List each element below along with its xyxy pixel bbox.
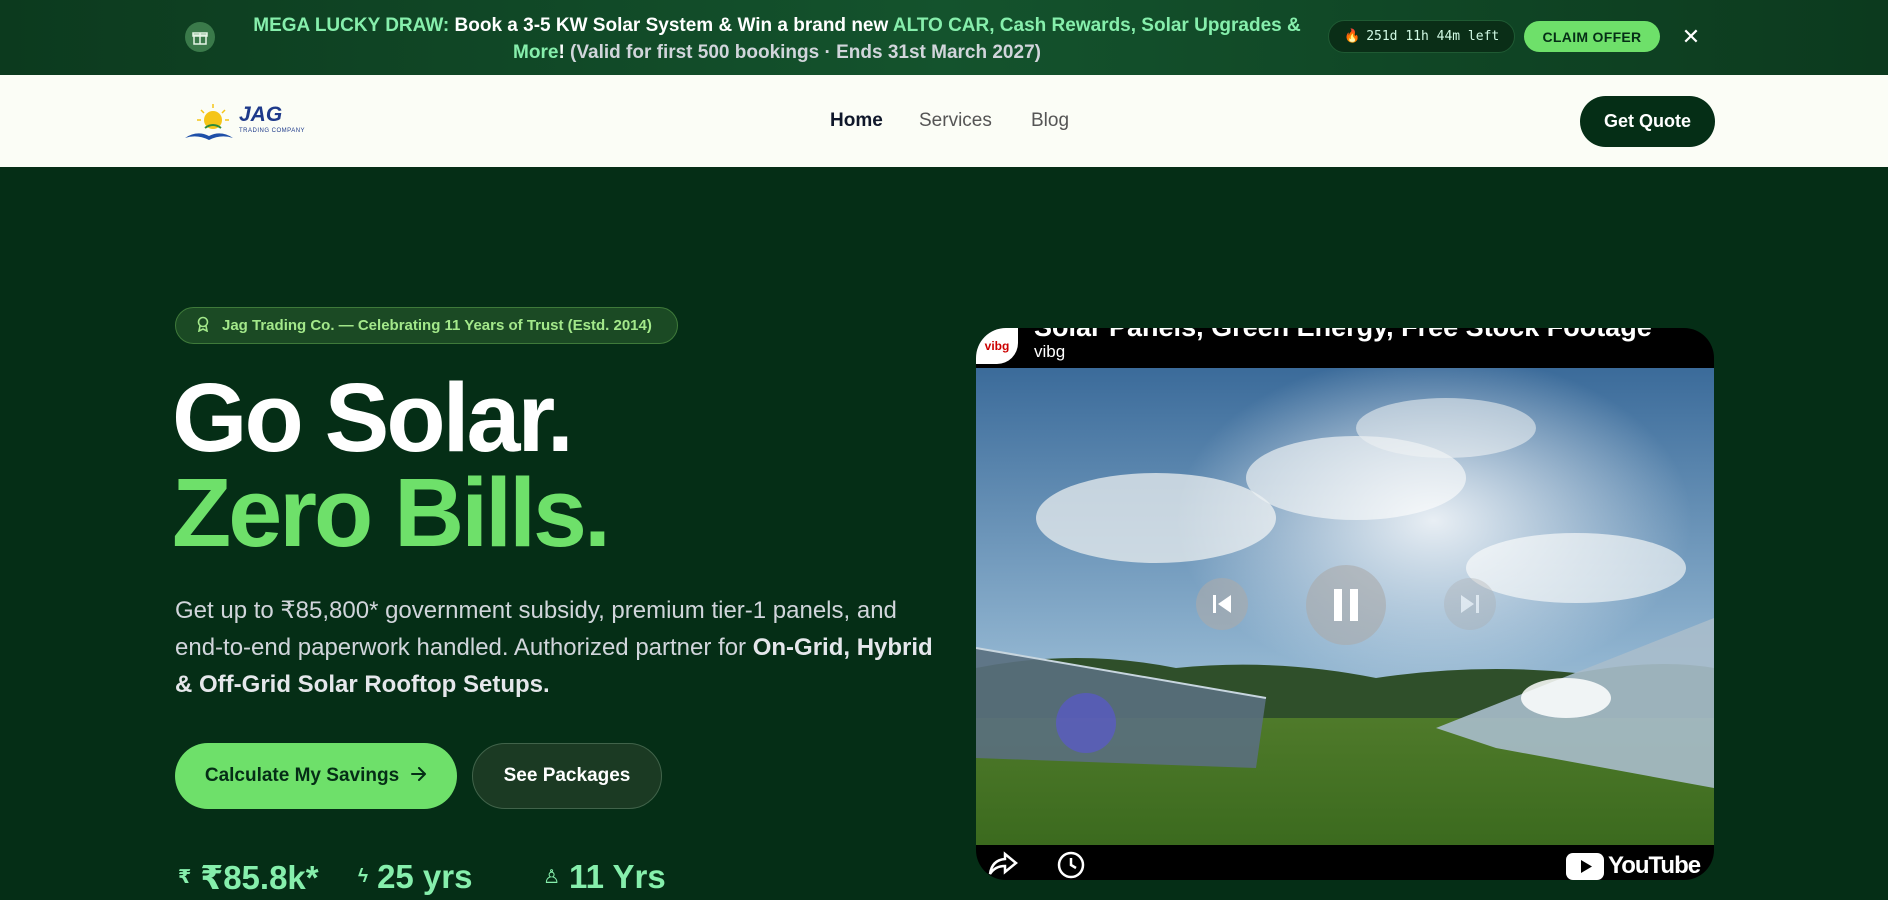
arrow-right-icon — [411, 765, 427, 787]
see-packages-button[interactable]: See Packages — [472, 743, 662, 809]
stat-warranty: ϟ 25 yrs — [358, 858, 473, 896]
youtube-icon — [1566, 852, 1604, 880]
stat-subsidy: ₹ ₹85.8k* — [178, 858, 319, 897]
channel-avatar[interactable]: vibg — [976, 328, 1018, 364]
hero-lead: Get up to ₹85,800* government subsidy, p… — [175, 592, 935, 703]
countdown-text: 251d 11h 44m left — [1366, 29, 1500, 44]
video-controls: YouTube — [976, 845, 1714, 880]
promo-note: (Valid for first 500 bookings · Ends 31s… — [570, 42, 1041, 63]
youtube-wordmark: YouTube — [1608, 852, 1701, 879]
next-icon[interactable] — [1444, 578, 1496, 630]
share-icon[interactable] — [988, 851, 1018, 880]
countdown-badge: 🔥 251d 11h 44m left — [1328, 20, 1516, 53]
trust-badge: Jag Trading Co. — Celebrating 11 Years o… — [175, 307, 678, 344]
promo-lead: MEGA LUCKY DRAW: — [253, 15, 450, 36]
stat-warranty-value: 25 yrs — [377, 858, 473, 895]
video-player[interactable]: vibg Solar Panels, Green Energy, Free St… — [976, 328, 1714, 880]
nav-link-blog[interactable]: Blog — [1031, 110, 1069, 132]
trust-badge-text: Jag Trading Co. — Celebrating 11 Years o… — [222, 317, 652, 334]
youtube-logo[interactable]: YouTube — [1566, 852, 1701, 880]
stat-subsidy-value: ₹85.8k* — [200, 859, 319, 896]
nav-link-home[interactable]: Home — [830, 110, 883, 132]
nav-link-services[interactable]: Services — [919, 110, 992, 132]
rupee-icon: ₹ — [178, 867, 192, 888]
award-icon — [196, 316, 210, 336]
video-channel[interactable]: vibg — [1034, 342, 1065, 362]
get-quote-button[interactable]: Get Quote — [1580, 96, 1715, 147]
calculate-savings-button[interactable]: Calculate My Savings — [175, 743, 457, 809]
promo-banner: MEGA LUCKY DRAW: Book a 3-5 KW Solar Sys… — [0, 0, 1888, 75]
close-icon[interactable]: ✕ — [1680, 22, 1702, 52]
watch-later-icon[interactable] — [1056, 850, 1086, 880]
award-icon: ♙ — [543, 866, 561, 888]
headline-line-1: Go Solar. — [172, 363, 574, 472]
promo-text-2: ! — [558, 42, 565, 63]
brand-logo[interactable]: JAG TRADING COMPANY — [183, 100, 308, 144]
brand-subtitle: TRADING COMPANY — [239, 128, 306, 134]
promo-text: MEGA LUCKY DRAW: Book a 3-5 KW Solar Sys… — [227, 12, 1327, 66]
headline-line-2: Zero Bills. — [172, 458, 611, 567]
fire-icon: 🔥 — [1344, 29, 1361, 44]
brand-wordmark: JAG — [239, 103, 283, 126]
calculate-savings-label: Calculate My Savings — [204, 765, 400, 786]
previous-icon[interactable] — [1196, 578, 1248, 630]
promo-text-1: Book a 3-5 KW Solar System & Win a brand… — [449, 15, 893, 36]
stat-experience: ♙ 11 Yrs — [543, 858, 666, 896]
bolt-icon: ϟ — [358, 866, 369, 887]
pause-icon[interactable] — [1306, 565, 1386, 645]
video-title[interactable]: Solar Panels, Green Energy, Free Stock F… — [1034, 328, 1652, 343]
stat-experience-value: 11 Yrs — [569, 858, 666, 895]
gift-icon — [185, 22, 215, 52]
claim-offer-button[interactable]: CLAIM OFFER — [1524, 21, 1660, 52]
